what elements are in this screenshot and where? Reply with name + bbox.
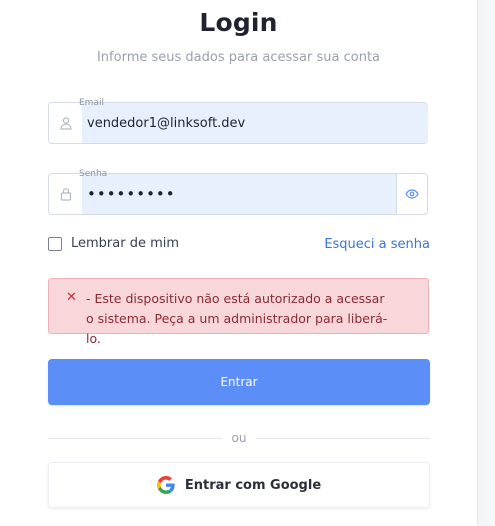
- lock-icon: [49, 174, 82, 214]
- google-button-label: Entrar com Google: [184, 477, 322, 493]
- user-icon: [49, 103, 82, 143]
- remember-label: Lembrar de mim: [71, 236, 180, 251]
- email-field[interactable]: vendedor1@linksoft.dev Email: [48, 98, 428, 144]
- login-button[interactable]: Entrar: [48, 359, 430, 405]
- email-input[interactable]: vendedor1@linksoft.dev: [82, 103, 428, 143]
- remember-checkbox[interactable]: [48, 236, 62, 251]
- alert-message: - Este dispositivo não está autorizado a…: [86, 291, 388, 346]
- page-title: Login: [199, 8, 278, 37]
- email-label: Email: [79, 98, 104, 108]
- remember-me[interactable]: Lembrar de mim: [48, 236, 179, 251]
- google-login-button[interactable]: Entrar com Google: [48, 462, 430, 508]
- or-divider: ou: [48, 430, 430, 446]
- password-input[interactable]: •••••••••: [82, 174, 398, 214]
- window-edge: [477, 0, 495, 526]
- error-alert: ✕ - Este dispositivo não está autorizado…: [48, 278, 429, 346]
- password-field[interactable]: ••••••••• Senha: [48, 169, 428, 215]
- forgot-password-link[interactable]: Esqueci a senha: [324, 237, 430, 252]
- google-icon: [156, 476, 175, 494]
- divider-line-right: [256, 438, 430, 439]
- page-subtitle: Informe seus dados para acessar sua cont…: [96, 50, 381, 65]
- password-label: Senha: [79, 169, 108, 179]
- close-icon: ✕: [66, 290, 77, 305]
- eye-icon[interactable]: [396, 174, 427, 214]
